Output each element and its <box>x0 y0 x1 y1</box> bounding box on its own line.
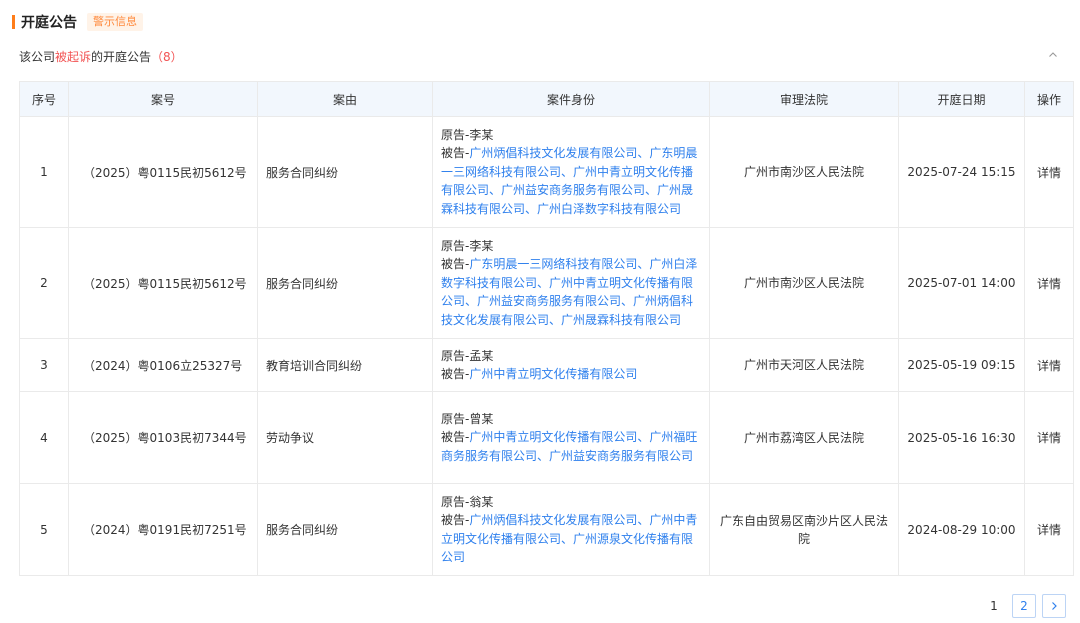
section-title: 开庭公告 <box>21 15 77 31</box>
case-role: 原告-李某 被告-广州炳倡科技文化发展有限公司、广东明晨一三网络科技有限公司、广… <box>432 116 710 228</box>
subheading-suffix: 的开庭公告 <box>91 50 152 64</box>
subheading-highlight: 被起诉 <box>55 50 92 64</box>
row-index: 3 <box>19 338 69 392</box>
defendant-links[interactable]: 广州炳倡科技文化发展有限公司、广州中青立明文化传播有限公司、广州源泉文化传播有限… <box>441 513 697 564</box>
column-header-date: 开庭日期 <box>898 81 1025 117</box>
case-number-link[interactable]: （2024）粤0106立25327号 <box>68 338 258 392</box>
table-row: 2 （2025）粤0115民初5612号 服务合同纠纷 原告-李某 被告-广东明… <box>19 227 1074 339</box>
case-count: （8） <box>151 50 183 64</box>
defendant-label: 被告- <box>441 513 470 527</box>
column-header-court: 审理法院 <box>709 81 899 117</box>
table-row: 1 （2025）粤0115民初5612号 服务合同纠纷 原告-李某 被告-广州炳… <box>19 116 1074 228</box>
plaintiff-label: 原告- <box>441 127 470 142</box>
plaintiff-name: 曾某 <box>469 411 494 426</box>
details-link[interactable]: 详情 <box>1024 227 1074 339</box>
plaintiff-line: 原告-李某 <box>441 237 701 256</box>
defendant-links[interactable]: 广东明晨一三网络科技有限公司、广州白泽数字科技有限公司、广州中青立明文化传播有限… <box>441 257 697 327</box>
defendant-label: 被告- <box>441 146 470 161</box>
case-number-link[interactable]: （2024）粤0191民初7251号 <box>68 483 258 576</box>
case-number-link[interactable]: （2025）粤0103民初7344号 <box>68 391 258 484</box>
court-name: 广东自由贸易区南沙片区人民法院 <box>709 483 899 576</box>
warning-tag: 警示信息 <box>87 13 143 31</box>
case-cause: 服务合同纠纷 <box>257 116 433 228</box>
hearing-date: 2024-08-29 10:00 <box>898 483 1025 576</box>
plaintiff-name: 翁某 <box>469 494 494 509</box>
defendant-line: 被告-广州中青立明文化传播有限公司 <box>441 365 701 384</box>
table-row: 5 （2024）粤0191民初7251号 服务合同纠纷 原告-翁某 被告-广州炳… <box>19 483 1074 576</box>
defendant-links[interactable]: 广州炳倡科技文化发展有限公司、广东明晨一三网络科技有限公司、广州中青立明文化传播… <box>441 146 697 216</box>
court-name: 广州市南沙区人民法院 <box>709 227 899 339</box>
court-name: 广州市南沙区人民法院 <box>709 116 899 228</box>
defendant-links[interactable]: 广州中青立明文化传播有限公司 <box>469 367 637 381</box>
details-link[interactable]: 详情 <box>1024 116 1074 228</box>
column-header-case-no: 案号 <box>68 81 258 117</box>
row-index: 2 <box>19 227 69 339</box>
column-header-index: 序号 <box>19 81 69 117</box>
row-index: 1 <box>19 116 69 228</box>
defendant-label: 被告- <box>441 430 470 445</box>
case-cause: 服务合同纠纷 <box>257 227 433 339</box>
defendant-line: 被告-广州炳倡科技文化发展有限公司、广东明晨一三网络科技有限公司、广州中青立明文… <box>441 144 701 218</box>
case-role: 原告-孟某 被告-广州中青立明文化传播有限公司 <box>432 338 710 392</box>
hearing-date: 2025-05-16 16:30 <box>898 391 1025 484</box>
details-link[interactable]: 详情 <box>1024 483 1074 576</box>
hearing-date: 2025-07-01 14:00 <box>898 227 1025 339</box>
plaintiff-label: 原告- <box>441 348 470 363</box>
subheading: 该公司 被起诉 的开庭公告 （8） <box>19 48 183 65</box>
case-role: 原告-曾某 被告-广州中青立明文化传播有限公司、广州福旺商务服务有限公司、广州益… <box>432 391 710 484</box>
defendant-line: 被告-广东明晨一三网络科技有限公司、广州白泽数字科技有限公司、广州中青立明文化传… <box>441 255 701 329</box>
hearing-date: 2025-05-19 09:15 <box>898 338 1025 392</box>
defendant-label: 被告- <box>441 257 470 272</box>
details-link[interactable]: 详情 <box>1024 391 1074 484</box>
case-cause: 劳动争议 <box>257 391 433 484</box>
plaintiff-name: 李某 <box>469 238 494 253</box>
case-role: 原告-李某 被告-广东明晨一三网络科技有限公司、广州白泽数字科技有限公司、广州中… <box>432 227 710 339</box>
defendant-links[interactable]: 广州中青立明文化传播有限公司、广州福旺商务服务有限公司、广州益安商务服务有限公司 <box>441 430 697 463</box>
pagination: 1 2 <box>982 594 1066 618</box>
case-number-link[interactable]: （2025）粤0115民初5612号 <box>68 227 258 339</box>
table-row: 4 （2025）粤0103民初7344号 劳动争议 原告-曾某 被告-广州中青立… <box>19 391 1074 484</box>
page-button-1[interactable]: 1 <box>982 594 1006 618</box>
table-header-row: 序号 案号 案由 案件身份 审理法院 开庭日期 操作 <box>19 81 1074 117</box>
court-name: 广州市天河区人民法院 <box>709 338 899 392</box>
case-cause: 服务合同纠纷 <box>257 483 433 576</box>
plaintiff-line: 原告-孟某 <box>441 347 701 366</box>
subheading-prefix: 该公司 <box>19 50 56 64</box>
next-page-button[interactable] <box>1042 594 1066 618</box>
court-name: 广州市荔湾区人民法院 <box>709 391 899 484</box>
chevron-up-icon[interactable] <box>1048 48 1058 64</box>
defendant-line: 被告-广州炳倡科技文化发展有限公司、广州中青立明文化传播有限公司、广州源泉文化传… <box>441 511 701 567</box>
details-link[interactable]: 详情 <box>1024 338 1074 392</box>
table-row: 3 （2024）粤0106立25327号 教育培训合同纠纷 原告-孟某 被告-广… <box>19 338 1074 392</box>
column-header-cause: 案由 <box>257 81 433 117</box>
defendant-line: 被告-广州中青立明文化传播有限公司、广州福旺商务服务有限公司、广州益安商务服务有… <box>441 428 701 465</box>
section-accent-bar <box>12 15 15 29</box>
plaintiff-line: 原告-李某 <box>441 126 701 145</box>
row-index: 5 <box>19 483 69 576</box>
chevron-right-icon <box>1049 599 1059 613</box>
plaintiff-name: 李某 <box>469 127 494 142</box>
page-button-2[interactable]: 2 <box>1012 594 1036 618</box>
section-header: 开庭公告 警示信息 <box>12 12 143 32</box>
defendant-label: 被告- <box>441 367 470 381</box>
plaintiff-label: 原告- <box>441 494 470 509</box>
case-role: 原告-翁某 被告-广州炳倡科技文化发展有限公司、广州中青立明文化传播有限公司、广… <box>432 483 710 576</box>
plaintiff-label: 原告- <box>441 238 470 253</box>
case-number-link[interactable]: （2025）粤0115民初5612号 <box>68 116 258 228</box>
hearing-date: 2025-07-24 15:15 <box>898 116 1025 228</box>
column-header-role: 案件身份 <box>432 81 710 117</box>
row-index: 4 <box>19 391 69 484</box>
plaintiff-name: 孟某 <box>469 348 494 363</box>
plaintiff-line: 原告-曾某 <box>441 410 701 429</box>
plaintiff-line: 原告-翁某 <box>441 493 701 512</box>
case-cause: 教育培训合同纠纷 <box>257 338 433 392</box>
column-header-action: 操作 <box>1024 81 1074 117</box>
hearing-notice-table: 序号 案号 案由 案件身份 审理法院 开庭日期 操作 1 （2025）粤0115… <box>19 81 1074 576</box>
plaintiff-label: 原告- <box>441 411 470 426</box>
